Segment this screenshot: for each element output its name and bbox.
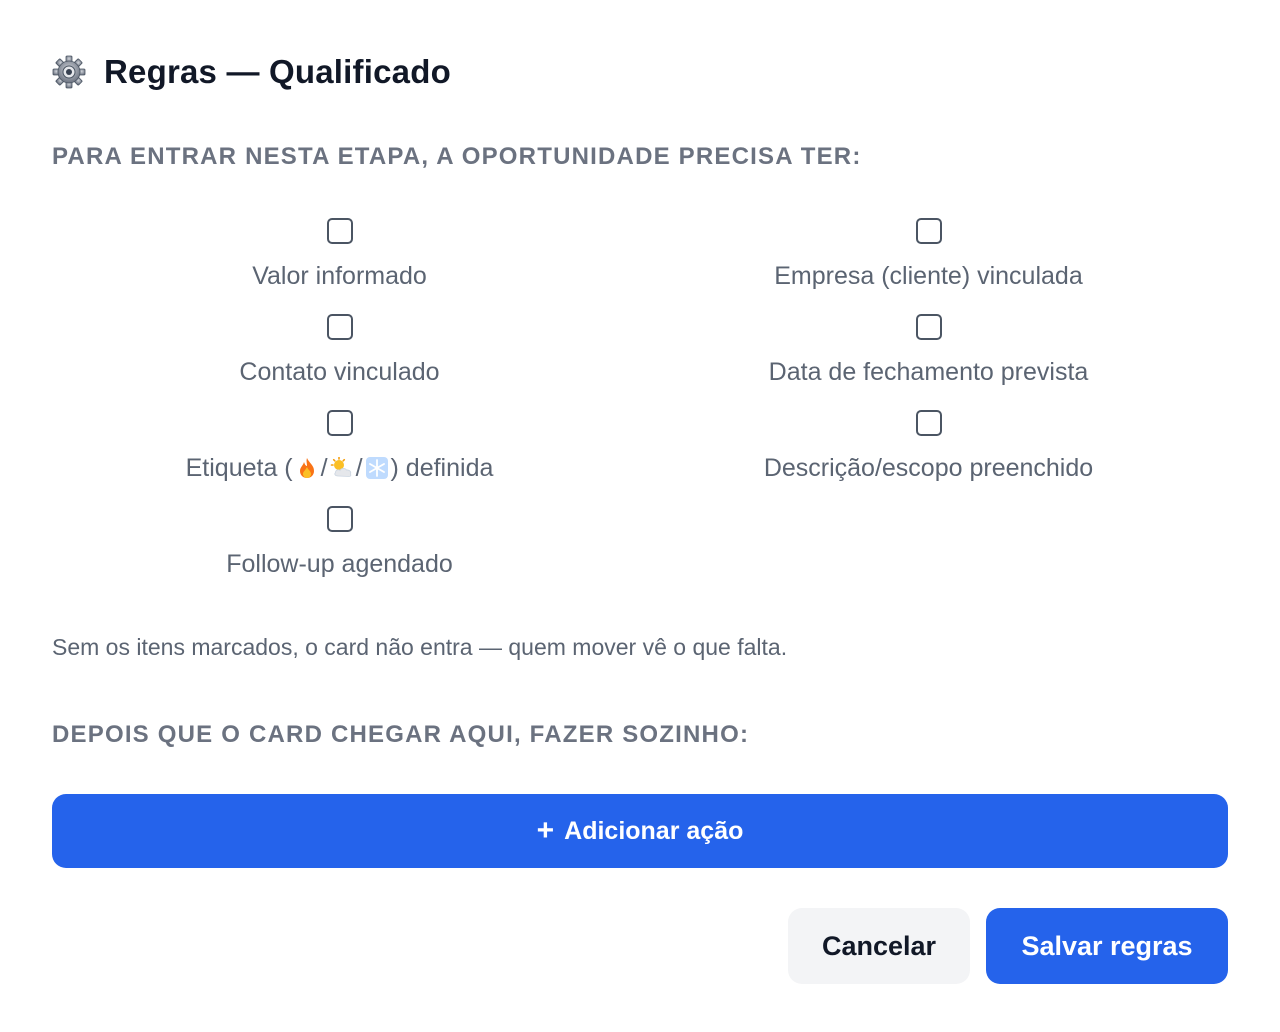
- rule-descricao-preenchida: Descrição/escopo preenchido: [627, 410, 1230, 506]
- plus-icon: +: [536, 814, 555, 847]
- checkbox-valor-informado[interactable]: [326, 218, 353, 244]
- rule-label: Data de fechamento prevista: [768, 358, 1089, 386]
- entry-rules-section-title: PARA ENTRAR NESTA ETAPA, A OPORTUNIDADE …: [52, 143, 862, 170]
- entry-rules-hint: Sem os itens marcados, o card não entra …: [52, 634, 788, 660]
- after-rules-section-title: DEPOIS QUE O CARD CHEGAR AQUI, FAZER SOZ…: [52, 721, 750, 748]
- add-action-button[interactable]: + Adicionar ação: [52, 794, 1228, 868]
- cancel-button[interactable]: Cancelar: [788, 908, 970, 984]
- checkbox-etiqueta-definida[interactable]: [326, 410, 353, 436]
- gear-icon: [52, 55, 86, 89]
- rule-follow-up-agendado: Follow-up agendado: [52, 506, 627, 602]
- rule-valor-informado: Valor informado: [52, 218, 627, 314]
- modal-footer: Cancelar Salvar regras: [788, 908, 1228, 984]
- sun-cloud-icon: [330, 456, 354, 480]
- rule-label: Contato vinculado: [239, 358, 440, 386]
- fire-icon: [295, 456, 319, 480]
- label-suffix: ) definida: [390, 454, 494, 482]
- modal-title: Regras — Qualificado: [104, 53, 451, 90]
- rule-etiqueta-definida: Etiqueta ( / /) definida: [52, 410, 627, 506]
- checkbox-descricao-preenchida[interactable]: [915, 410, 942, 436]
- label-separator: /: [320, 454, 328, 482]
- rule-label: Empresa (cliente) vinculada: [774, 262, 1083, 290]
- rule-data-fechamento: Data de fechamento prevista: [627, 314, 1230, 410]
- save-rules-button[interactable]: Salvar regras: [986, 908, 1228, 984]
- modal-header: Regras — Qualificado: [52, 52, 1228, 92]
- rule-empresa-vinculada: Empresa (cliente) vinculada: [627, 218, 1230, 314]
- label-separator: /: [355, 454, 363, 482]
- rule-label: Valor informado: [252, 262, 427, 290]
- rule-label: Etiqueta ( / /) definida: [186, 453, 494, 483]
- snowflake-icon: [365, 456, 389, 480]
- rule-label: Descrição/escopo preenchido: [763, 454, 1094, 482]
- rule-label: Follow-up agendado: [226, 550, 453, 578]
- rule-contato-vinculado: Contato vinculado: [52, 314, 627, 410]
- checkbox-empresa-vinculada[interactable]: [915, 218, 942, 244]
- checkbox-contato-vinculado[interactable]: [326, 314, 353, 340]
- label-prefix: Etiqueta (: [185, 454, 293, 482]
- checkbox-data-fechamento[interactable]: [915, 314, 942, 340]
- checkbox-follow-up-agendado[interactable]: [326, 506, 353, 532]
- add-action-label: Adicionar ação: [564, 816, 744, 845]
- rules-modal: Regras — Qualificado PARA ENTRAR NESTA E…: [0, 0, 1280, 1032]
- entry-rules-list: Valor informado Empresa (cliente) vincul…: [52, 218, 1228, 602]
